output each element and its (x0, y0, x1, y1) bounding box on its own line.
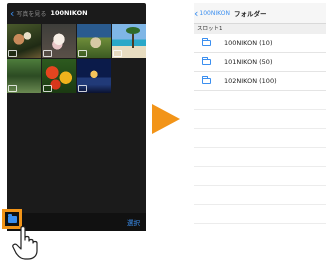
nav-bar: ‹ 写真を見る 100NIKON (7, 3, 146, 23)
folder-title: 100NIKON (50, 9, 88, 17)
list-item[interactable]: 101NIKON (50) (194, 53, 326, 72)
chevron-left-icon[interactable]: ‹ (10, 8, 14, 19)
thumbnail[interactable] (7, 59, 41, 93)
empty-row (194, 205, 326, 224)
empty-row (194, 129, 326, 148)
folder-label: 102NIKON (100) (224, 77, 277, 85)
nav-bar: ‹ 100NIKON フォルダー (194, 3, 326, 24)
folder-list: 100NIKON (10) 101NIKON (50) 102NIKON (10… (194, 34, 326, 224)
folder-label: 101NIKON (50) (224, 58, 273, 66)
folder-icon (7, 213, 17, 223)
list-item[interactable]: 100NIKON (10) (194, 34, 326, 53)
back-button[interactable]: 100NIKON (199, 10, 230, 17)
empty-row (194, 186, 326, 205)
select-button[interactable]: 選択 (127, 217, 140, 227)
thumbnail[interactable] (77, 24, 111, 58)
hand-pointer-icon (12, 226, 38, 260)
folder-list-screen: ‹ 100NIKON フォルダー スロット1 100NIKON (10) 101… (194, 3, 326, 233)
empty-row (194, 167, 326, 186)
folder-icon (202, 38, 211, 46)
empty-row (194, 91, 326, 110)
section-header: スロット1 (194, 24, 326, 34)
thumbnail[interactable] (42, 24, 76, 58)
list-item[interactable]: 102NIKON (100) (194, 72, 326, 91)
thumbnail[interactable] (77, 59, 111, 93)
thumbnail[interactable] (7, 24, 41, 58)
page-title: フォルダー (233, 10, 267, 18)
folder-icon (202, 57, 211, 65)
photo-grid-screen: ‹ 写真を見る 100NIKON 選択 (7, 3, 146, 231)
empty-row (194, 148, 326, 167)
thumbnail[interactable] (42, 59, 76, 93)
folder-icon (202, 76, 211, 84)
thumbnail-grid (7, 24, 146, 93)
back-button[interactable]: 写真を見る (16, 9, 46, 18)
thumbnail[interactable] (112, 24, 146, 58)
empty-row (194, 110, 326, 129)
folder-label: 100NIKON (10) (224, 39, 273, 47)
chevron-left-icon[interactable]: ‹ (194, 8, 198, 19)
arrow-right-icon (152, 104, 180, 134)
